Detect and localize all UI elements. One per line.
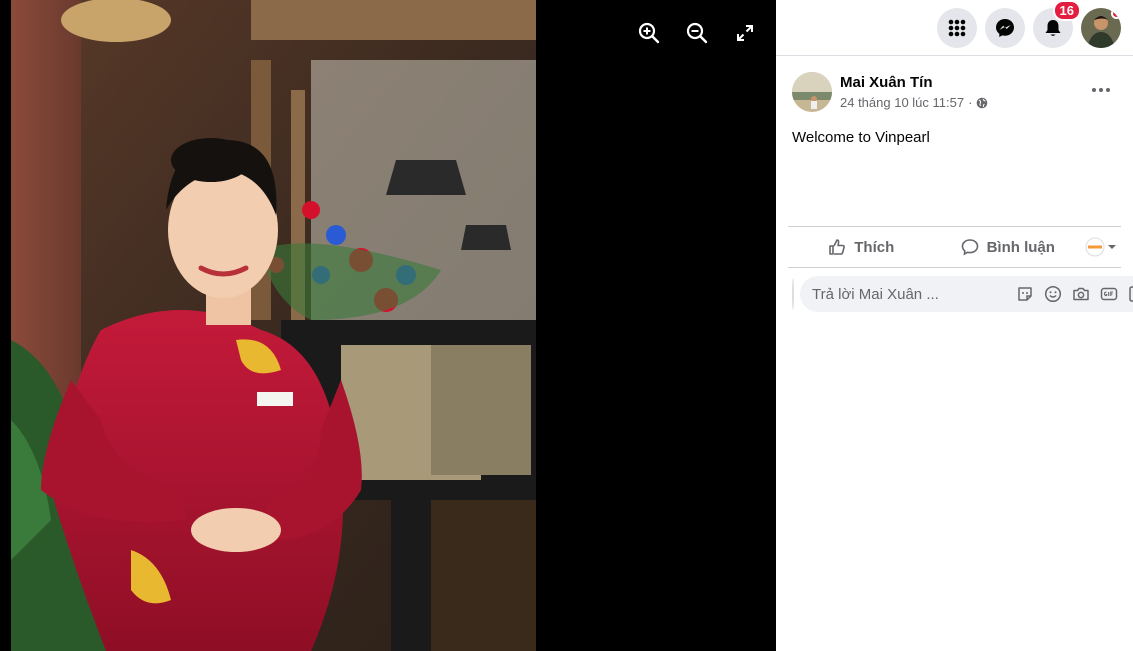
comment-icon xyxy=(961,239,978,256)
post-header: Mai Xuân Tín 24 tháng 10 lúc 11:57 · xyxy=(776,56,1133,128)
post-panel: 16 Mai Xuân Tín 24 tháng 10 lúc 11:57 · … xyxy=(776,0,1133,651)
messenger-icon xyxy=(996,18,1014,37)
avatar-sticker-icon xyxy=(1018,287,1032,301)
photo-image xyxy=(11,0,536,651)
globe-icon[interactable] xyxy=(976,97,988,109)
author-avatar[interactable] xyxy=(792,72,832,112)
menu-button[interactable] xyxy=(937,7,977,48)
messenger-button[interactable] xyxy=(985,7,1025,48)
like-button[interactable]: Thích xyxy=(788,229,935,265)
bell-icon xyxy=(1045,19,1061,36)
post-text: Welcome to Vinpearl xyxy=(792,129,930,146)
zoom-in-button[interactable] xyxy=(636,20,662,46)
comment-label: Bình luận xyxy=(986,238,1055,256)
commenter-avatar[interactable] xyxy=(792,278,794,310)
camera-icon xyxy=(1073,287,1089,301)
avatar-sticker-button[interactable] xyxy=(1011,280,1039,308)
page-avatar-icon xyxy=(1085,237,1105,257)
zoom-in-icon xyxy=(638,22,660,44)
post-timestamp[interactable]: 24 tháng 10 lúc 11:57 xyxy=(840,95,964,110)
comment-input[interactable] xyxy=(812,285,1011,303)
more-options-button[interactable] xyxy=(1089,80,1113,100)
account-avatar[interactable] xyxy=(1081,7,1121,48)
gif-icon xyxy=(1100,287,1118,301)
thumbs-up-icon xyxy=(829,239,846,255)
zoom-out-button[interactable] xyxy=(684,20,710,46)
post-meta: 24 tháng 10 lúc 11:57 · xyxy=(840,95,988,110)
sticker-icon xyxy=(1129,286,1133,302)
top-bar: 16 xyxy=(776,0,1133,56)
active-status-dot xyxy=(1111,7,1121,19)
notifications-button[interactable]: 16 xyxy=(1033,0,1081,48)
reaction-profile-picker[interactable] xyxy=(1081,237,1121,257)
expand-icon xyxy=(737,25,753,41)
notification-count-badge: 16 xyxy=(1052,0,1081,21)
caret-down-icon xyxy=(1108,245,1116,249)
comment-composer xyxy=(776,268,1133,312)
fullscreen-button[interactable] xyxy=(732,20,758,46)
post-photo[interactable] xyxy=(11,0,536,651)
grid-menu-icon xyxy=(948,19,966,36)
photo-viewer xyxy=(0,0,776,651)
post-actions: Thích Bình luận xyxy=(788,226,1121,268)
sticker-button[interactable] xyxy=(1123,280,1133,308)
author-avatar-image xyxy=(792,72,832,112)
emoji-icon xyxy=(1044,285,1062,303)
like-label: Thích xyxy=(854,238,895,256)
emoji-button[interactable] xyxy=(1039,280,1067,308)
more-dots-icon xyxy=(1092,88,1110,92)
zoom-out-icon xyxy=(686,22,708,44)
author-name[interactable]: Mai Xuân Tín xyxy=(840,74,933,91)
comment-box xyxy=(800,276,1133,312)
gif-button[interactable] xyxy=(1095,280,1123,308)
photo-upload-button[interactable] xyxy=(1067,280,1095,308)
comment-button[interactable]: Bình luận xyxy=(935,229,1082,265)
